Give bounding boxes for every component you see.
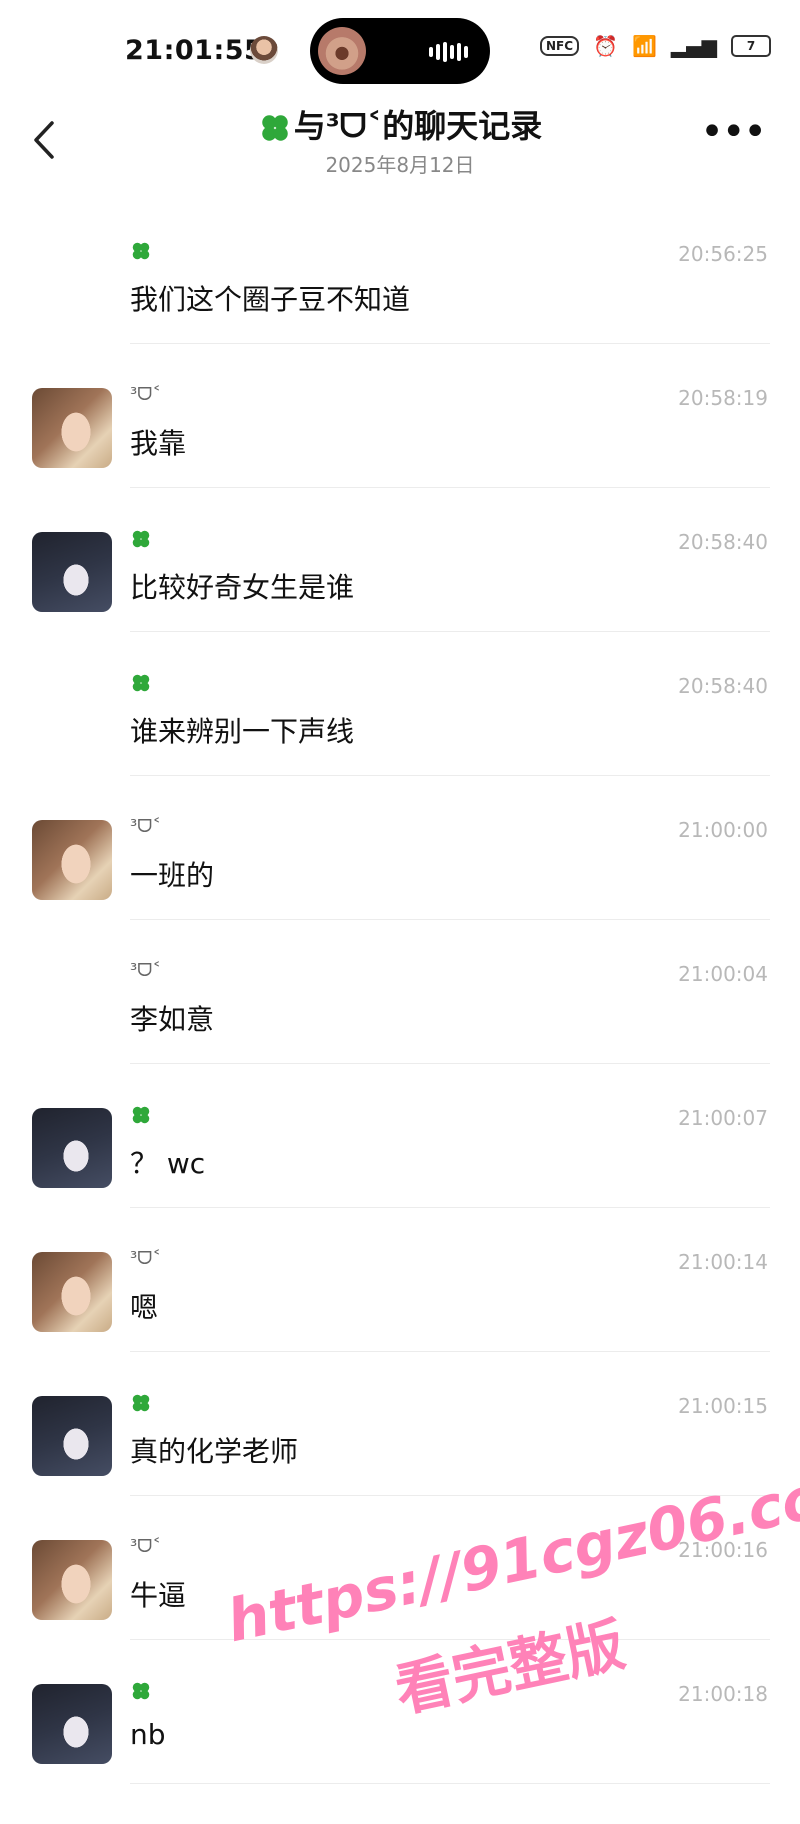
sender-name: ³ᗜ˂: [130, 384, 162, 405]
message-row: ³ᗜ˂ 21:00:04 李如意: [0, 920, 800, 1064]
sender-name: ³ᗜ˂: [130, 960, 162, 981]
audio-wave-icon: [429, 42, 468, 62]
clover-icon: [132, 530, 150, 548]
message-text: 一班的: [130, 859, 215, 892]
message-time: 21:00:14: [678, 1250, 768, 1274]
message-time: 21:00:04: [678, 962, 768, 986]
avatar[interactable]: [32, 820, 112, 900]
avatar[interactable]: [32, 1108, 112, 1188]
message-text: nb: [130, 1718, 166, 1751]
status-icons: NFC ⏰ 📶 ▂▄▆ 7: [540, 34, 772, 58]
message-time: 20:56:25: [678, 242, 768, 266]
message-time: 20:58:40: [678, 674, 768, 698]
status-avatar-icon: [250, 36, 278, 64]
alarm-icon: ⏰: [593, 34, 618, 58]
chat-history-header: 与³ᗜ˂的聊天记录 2025年8月12日 •••: [0, 95, 800, 185]
status-bar: 21:01:55 NFC ⏰ 📶 ▂▄▆ 7: [0, 0, 800, 100]
clover-icon: [132, 1394, 150, 1412]
wifi-icon: 📶: [631, 34, 657, 58]
battery-icon: 7: [731, 35, 772, 57]
message-time: 20:58:19: [678, 386, 768, 410]
message-text: 嗯: [130, 1291, 159, 1324]
sender-name: [130, 528, 152, 554]
status-time: 21:01:55: [125, 35, 264, 66]
message-text: 真的化学老师: [130, 1435, 299, 1468]
sender-name: [130, 1392, 152, 1418]
message-text: 我们这个圈子豆不知道: [130, 283, 411, 316]
nfc-icon: NFC: [540, 36, 580, 56]
message-row: 21:00:15 真的化学老师: [0, 1352, 800, 1496]
dynamic-island[interactable]: [310, 18, 490, 84]
message-row: ³ᗜ˂ 20:58:19 我靠: [0, 344, 800, 488]
sender-name: [130, 672, 152, 698]
page-title: 与³ᗜ˂的聊天记录: [0, 101, 800, 147]
clover-icon: [132, 242, 150, 260]
message-time: 21:00:15: [678, 1394, 768, 1418]
message-row: 20:58:40 谁来辨别一下声线: [0, 632, 800, 776]
message-text: 李如意: [130, 1003, 215, 1036]
message-row: 21:00:07 ？ wc: [0, 1064, 800, 1208]
message-row: ³ᗜ˂ 21:00:00 一班的: [0, 776, 800, 920]
watermark-subtitle: 看完整版: [389, 1610, 631, 1725]
clover-icon: [132, 674, 150, 692]
sender-name: [130, 240, 152, 266]
message-text: 牛逼: [130, 1579, 187, 1612]
clover-icon: [132, 1106, 150, 1124]
message-time: 21:00:00: [678, 818, 768, 842]
avatar[interactable]: [32, 388, 112, 468]
message-text: 比较好奇女生是谁: [130, 571, 355, 604]
message-row: ³ᗜ˂ 21:00:14 嗯: [0, 1208, 800, 1352]
avatar[interactable]: [32, 532, 112, 612]
clover-icon: [261, 115, 288, 141]
avatar[interactable]: [32, 1684, 112, 1764]
sender-name: ³ᗜ˂: [130, 1248, 162, 1269]
page-title-text: 与³ᗜ˂的聊天记录: [293, 107, 543, 145]
sender-name: [130, 1104, 152, 1130]
avatar[interactable]: [32, 1396, 112, 1476]
message-time: 21:00:07: [678, 1106, 768, 1130]
music-cover-icon: [318, 27, 366, 75]
avatar[interactable]: [32, 1540, 112, 1620]
sender-name: ³ᗜ˂: [130, 1536, 162, 1557]
chat-date: 2025年8月12日: [325, 153, 475, 177]
message-time: 20:58:40: [678, 530, 768, 554]
message-text: 谁来辨别一下声线: [130, 715, 355, 748]
avatar[interactable]: [32, 1252, 112, 1332]
message-text: 我靠: [130, 427, 187, 460]
more-options-button[interactable]: •••: [700, 112, 767, 152]
clover-icon: [132, 1682, 150, 1700]
signal-icon: ▂▄▆: [670, 34, 718, 58]
sender-name: [130, 1680, 152, 1706]
message-text: ？ wc: [130, 1147, 206, 1180]
message-row: 20:56:25 我们这个圈子豆不知道: [0, 200, 800, 344]
message-row: 20:58:40 比较好奇女生是谁: [0, 488, 800, 632]
sender-name: ³ᗜ˂: [130, 816, 162, 837]
